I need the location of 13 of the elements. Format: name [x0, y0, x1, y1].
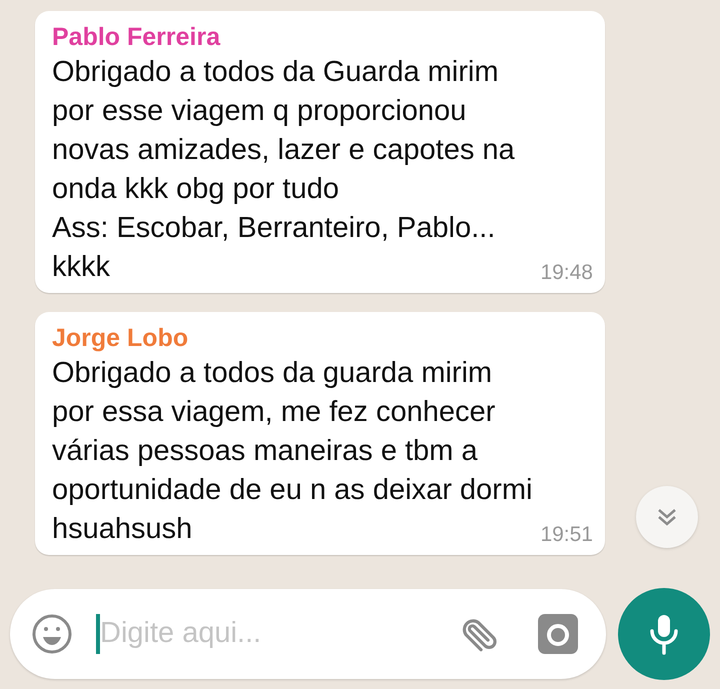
message-text: Obrigado a todos da guarda mirim por essa viagem, me fez conhecer várias pessoas maneiras e tbm a oportunidade de eu n as deixar dormi hsuahsush: [52, 356, 532, 547]
message-input[interactable]: Digite aqui...: [100, 612, 460, 656]
scroll-down-button[interactable]: [636, 486, 698, 548]
sender-name: Pablo Ferreira: [52, 22, 220, 53]
message-field[interactable]: Digite aqui...: [10, 589, 606, 679]
double-chevron-icon: [656, 506, 678, 528]
message-text: Obrigado a todos da Guarda mirim por esse viagem q proporcionou novas amizades, lazer e capotes na onda kkk obg por tudo Ass: Escobar, Berranteiro, Pablo... kkkk: [52, 55, 515, 285]
message-time: 19:48: [540, 261, 593, 285]
sender-name: Jorge Lobo: [52, 323, 188, 354]
microphone-icon: [649, 613, 679, 655]
message-time: 19:51: [540, 523, 593, 547]
camera-icon[interactable]: [538, 614, 578, 654]
smiley-icon[interactable]: [31, 613, 73, 655]
